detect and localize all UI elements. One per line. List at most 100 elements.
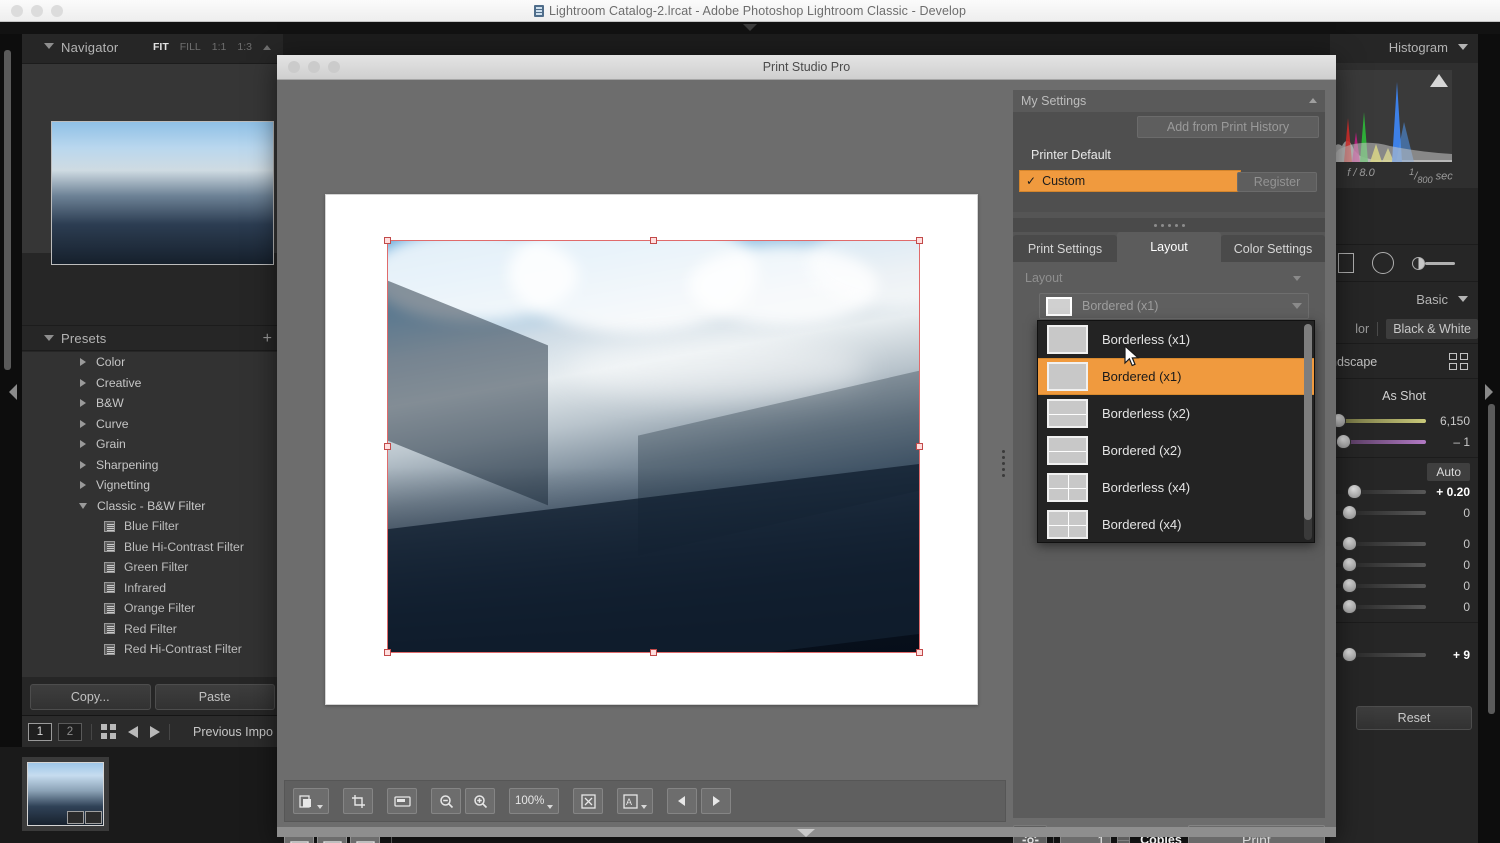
preset-group-curve[interactable]: Curve — [22, 414, 283, 435]
zoom-out-icon[interactable] — [431, 788, 461, 814]
dialog-resize-grip-icon[interactable] — [797, 829, 815, 837]
chevron-down-icon[interactable] — [44, 335, 54, 341]
dropdown-option-borderless-x4[interactable]: Borderless (x4) — [1038, 469, 1314, 506]
navigator-thumbnail[interactable] — [51, 121, 274, 265]
preset-group-bw[interactable]: B&W — [22, 393, 283, 414]
list-item[interactable]: Infrared — [22, 578, 283, 599]
screen-2-button[interactable]: 2 — [58, 722, 82, 741]
list-item[interactable]: Blue Hi-Contrast Filter — [22, 537, 283, 558]
chevron-down-icon[interactable] — [1292, 303, 1302, 309]
preset-group-color[interactable]: Color — [22, 352, 283, 373]
slider-track[interactable] — [1332, 413, 1426, 427]
contrast-slider[interactable]: 0 — [1330, 502, 1478, 523]
zoom-mode-fill[interactable]: FILL — [180, 41, 201, 53]
right-panel-toggle-icon[interactable] — [1485, 384, 1493, 400]
treatment-color-option[interactable]: lor — [1355, 322, 1369, 336]
selection-handle-tr[interactable] — [916, 237, 923, 244]
selection-handle-br[interactable] — [916, 649, 923, 656]
tint-slider[interactable]: – 1 — [1330, 431, 1478, 452]
back-arrow-icon[interactable] — [128, 725, 138, 738]
chevron-down-icon[interactable] — [1458, 296, 1468, 302]
slider-track[interactable] — [1334, 578, 1426, 592]
right-panel-scrollbar[interactable] — [1488, 404, 1495, 714]
filmstrip-thumbnail[interactable] — [22, 757, 109, 831]
preset-group-creative[interactable]: Creative — [22, 373, 283, 394]
fit-to-window-icon[interactable] — [573, 788, 604, 814]
prev-page-icon[interactable] — [667, 788, 698, 814]
chevron-right-icon[interactable] — [80, 440, 86, 449]
preset-group-sharpening[interactable]: Sharpening — [22, 455, 283, 476]
selection-handle-bc[interactable] — [650, 649, 657, 656]
preset-group-grain[interactable]: Grain — [22, 434, 283, 455]
splitter-handle[interactable] — [1013, 218, 1325, 232]
highlights-slider[interactable]: 0 — [1330, 533, 1478, 554]
reset-button[interactable]: Reset — [1356, 706, 1472, 730]
exposure-slider[interactable]: + 0.20 — [1330, 481, 1478, 502]
register-button[interactable]: Register — [1237, 172, 1317, 192]
slider-track[interactable] — [1334, 647, 1426, 661]
selection-handle-tc[interactable] — [650, 237, 657, 244]
preset-group-classic-bw-filter[interactable]: Classic - B&W Filter — [22, 496, 283, 517]
selection-rectangle[interactable] — [387, 240, 920, 653]
zoom-mode-fit[interactable]: FIT — [153, 41, 169, 53]
add-from-print-history-button[interactable]: Add from Print History — [1137, 116, 1319, 138]
settings-item-printer-default[interactable]: Printer Default — [1019, 144, 1307, 166]
zoom-mode-1-3[interactable]: 1:3 — [237, 41, 252, 53]
slider-track[interactable] — [1334, 434, 1426, 448]
grid-view-icon[interactable] — [101, 724, 116, 739]
layout-section-header[interactable]: Layout — [1021, 268, 1309, 288]
selection-handle-bl[interactable] — [384, 649, 391, 656]
chevron-right-icon[interactable] — [80, 460, 86, 469]
paste-button[interactable]: Paste — [154, 684, 275, 710]
chevron-up-icon[interactable] — [1309, 98, 1317, 103]
chevron-down-icon[interactable] — [1458, 44, 1468, 50]
blacks-slider[interactable]: 0 — [1330, 596, 1478, 617]
list-item[interactable]: Green Filter — [22, 557, 283, 578]
highlight-clipping-icon[interactable] — [1430, 74, 1448, 87]
crop-icon[interactable] — [343, 788, 373, 814]
histogram-header[interactable]: Histogram — [1330, 34, 1478, 60]
dropdown-option-bordered-x4[interactable]: Bordered (x4) — [1038, 506, 1314, 543]
auto-tone-button[interactable]: Auto — [1427, 463, 1470, 481]
next-page-icon[interactable] — [701, 788, 732, 814]
list-item[interactable]: Orange Filter — [22, 598, 283, 619]
whites-slider[interactable]: 0 — [1330, 575, 1478, 596]
stepper-down-icon[interactable] — [1116, 839, 1131, 843]
zoom-mode-1-1[interactable]: 1:1 — [212, 41, 227, 53]
white-balance-preset[interactable]: As Shot — [1330, 382, 1478, 410]
copy-button[interactable]: Copy... — [30, 684, 151, 710]
paper-icon[interactable] — [387, 788, 417, 814]
tab-color-settings[interactable]: Color Settings — [1221, 235, 1325, 262]
left-panel-toggle-icon[interactable] — [9, 384, 17, 400]
dropdown-scrollbar[interactable] — [1304, 324, 1312, 540]
zoom-level-dropdown[interactable]: 100% — [509, 788, 560, 814]
basic-header[interactable]: Basic — [1330, 284, 1478, 314]
crop-overlay-icon[interactable] — [1338, 253, 1354, 273]
layout-select[interactable]: Bordered (x1) — [1039, 293, 1309, 319]
navigator-header[interactable]: Navigator FIT FILL 1:1 1:3 — [22, 34, 283, 60]
list-item[interactable]: Red Filter — [22, 619, 283, 640]
top-panel-toggle-icon[interactable] — [743, 24, 757, 31]
layout-dropdown-list[interactable]: Borderless (x1) Bordered (x1) Borderless… — [1037, 320, 1315, 543]
chevron-down-icon[interactable] — [1293, 276, 1301, 281]
histogram-graph[interactable] — [1330, 70, 1452, 162]
slider-track[interactable] — [1334, 557, 1426, 571]
add-preset-button[interactable]: + — [263, 331, 272, 347]
slider-track[interactable] — [1334, 536, 1426, 550]
slider-track[interactable] — [1334, 505, 1426, 519]
adjustment-brush-icon[interactable] — [1412, 256, 1455, 270]
chevron-right-icon[interactable] — [80, 481, 86, 490]
preset-group-vignetting[interactable]: Vignetting — [22, 475, 283, 496]
profile-name[interactable]: ndscape — [1330, 355, 1377, 369]
shadows-slider[interactable]: 0 — [1330, 554, 1478, 575]
panel-resize-grip[interactable] — [1002, 450, 1005, 477]
slider-track[interactable] — [1334, 484, 1426, 498]
chevron-down-icon[interactable] — [44, 43, 54, 49]
left-panel-scrollbar[interactable] — [4, 50, 11, 370]
slider-track[interactable] — [1334, 599, 1426, 613]
dropdown-option-bordered-x2[interactable]: Bordered (x2) — [1038, 432, 1314, 469]
forward-arrow-icon[interactable] — [150, 725, 160, 738]
chevron-right-icon[interactable] — [80, 358, 86, 367]
zoom-in-icon[interactable] — [465, 788, 495, 814]
print-preview-canvas[interactable] — [284, 90, 1006, 775]
